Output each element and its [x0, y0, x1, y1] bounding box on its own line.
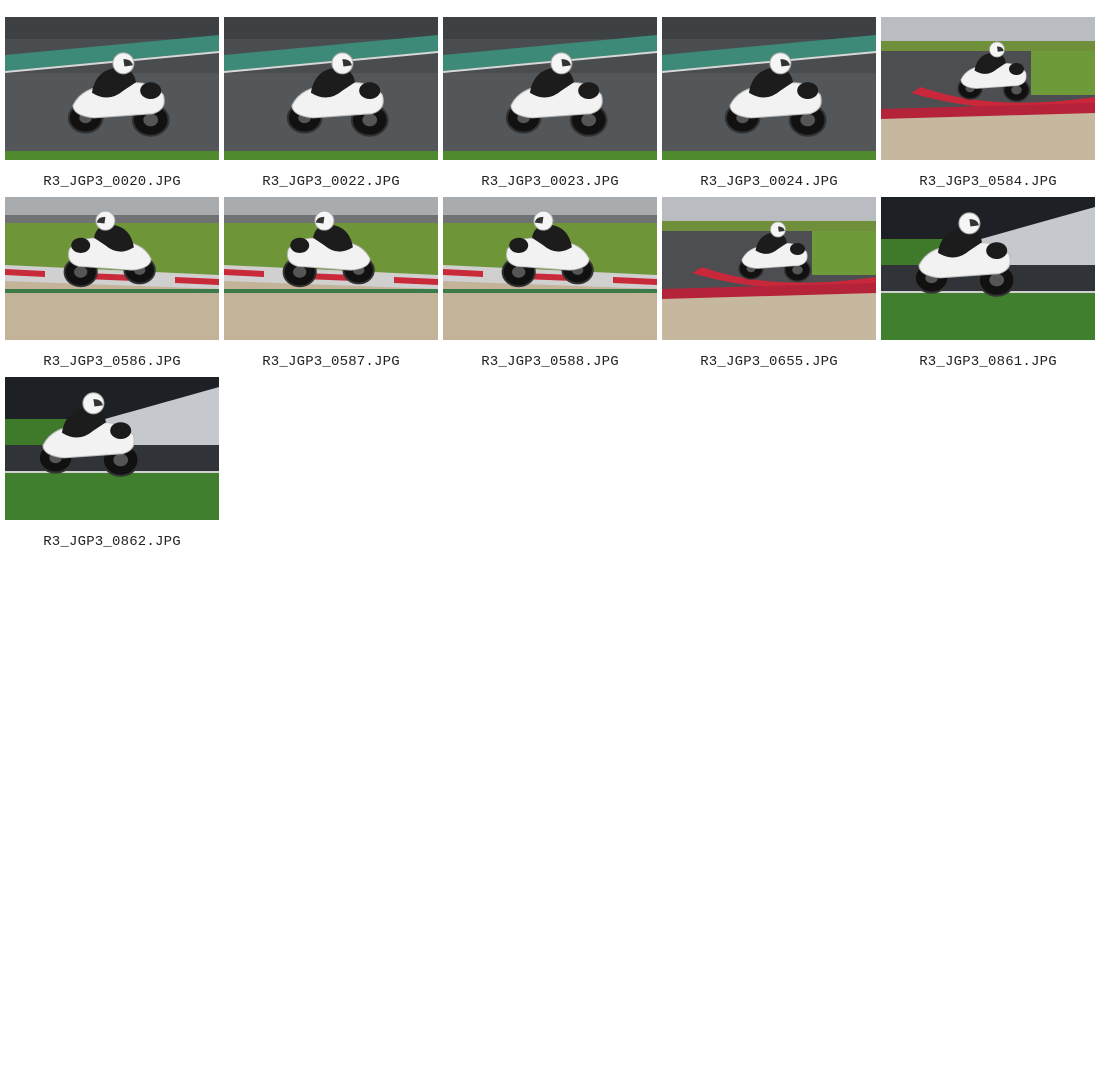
- motorcycle-photo: [662, 197, 876, 340]
- thumbnail-image[interactable]: [662, 17, 876, 160]
- thumbnail-image[interactable]: [881, 197, 1095, 340]
- motorcycle-photo: [224, 17, 438, 160]
- thumbnail-caption: R3_JGP3_0588.JPG: [481, 354, 619, 370]
- motorcycle-photo: [881, 17, 1095, 160]
- motorcycle-photo: [443, 197, 657, 340]
- gallery-item[interactable]: R3_JGP3_0584.JPG: [881, 17, 1095, 197]
- gallery-item[interactable]: R3_JGP3_0862.JPG: [5, 377, 219, 557]
- thumbnail-caption: R3_JGP3_0655.JPG: [700, 354, 838, 370]
- motorcycle-photo: [443, 17, 657, 160]
- thumbnail-caption: R3_JGP3_0584.JPG: [919, 174, 1057, 190]
- thumbnail-caption: R3_JGP3_0861.JPG: [919, 354, 1057, 370]
- gallery-item[interactable]: R3_JGP3_0588.JPG: [443, 197, 657, 377]
- gallery-item[interactable]: R3_JGP3_0023.JPG: [443, 17, 657, 197]
- gallery-item[interactable]: R3_JGP3_0022.JPG: [224, 17, 438, 197]
- gallery-item[interactable]: R3_JGP3_0655.JPG: [662, 197, 876, 377]
- motorcycle-photo: [224, 197, 438, 340]
- thumbnail-caption: R3_JGP3_0024.JPG: [700, 174, 838, 190]
- thumbnail-image[interactable]: [443, 197, 657, 340]
- thumbnail-caption: R3_JGP3_0023.JPG: [481, 174, 619, 190]
- thumbnail-image[interactable]: [224, 197, 438, 340]
- thumbnail-caption: R3_JGP3_0862.JPG: [43, 534, 181, 550]
- thumbnail-image[interactable]: [5, 17, 219, 160]
- gallery-item[interactable]: R3_JGP3_0024.JPG: [662, 17, 876, 197]
- thumbnail-image[interactable]: [5, 197, 219, 340]
- motorcycle-photo: [5, 17, 219, 160]
- gallery-item[interactable]: R3_JGP3_0020.JPG: [5, 17, 219, 197]
- thumbnail-caption: R3_JGP3_0586.JPG: [43, 354, 181, 370]
- gallery-item[interactable]: R3_JGP3_0587.JPG: [224, 197, 438, 377]
- thumbnail-image[interactable]: [881, 17, 1095, 160]
- thumbnail-image[interactable]: [443, 17, 657, 160]
- thumbnail-image[interactable]: [5, 377, 219, 520]
- motorcycle-photo: [5, 377, 219, 520]
- motorcycle-photo: [5, 197, 219, 340]
- thumbnail-caption: R3_JGP3_0587.JPG: [262, 354, 400, 370]
- thumbnail-image[interactable]: [224, 17, 438, 160]
- motorcycle-photo: [881, 197, 1095, 340]
- thumbnail-caption: R3_JGP3_0020.JPG: [43, 174, 181, 190]
- gallery-item[interactable]: R3_JGP3_0861.JPG: [881, 197, 1095, 377]
- thumbnail-caption: R3_JGP3_0022.JPG: [262, 174, 400, 190]
- motorcycle-photo: [662, 17, 876, 160]
- gallery-item[interactable]: R3_JGP3_0586.JPG: [5, 197, 219, 377]
- thumbnail-image[interactable]: [662, 197, 876, 340]
